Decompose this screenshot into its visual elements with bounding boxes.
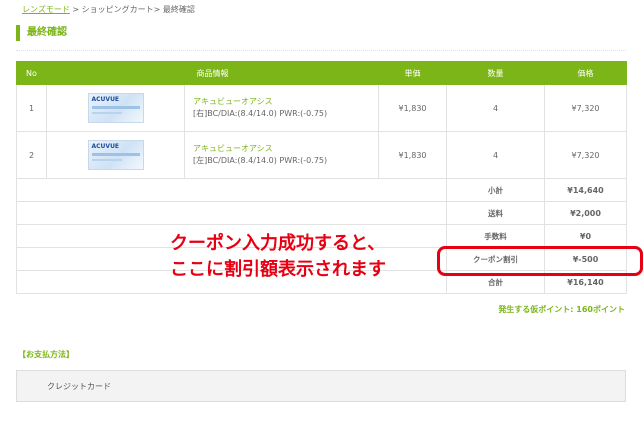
product-name-link[interactable]: アキュビューオアシス	[193, 96, 378, 108]
thumbnail-stripe	[91, 153, 140, 156]
coupon-highlight-box	[437, 246, 643, 276]
thumbnail-brand: ACUVUE	[91, 143, 120, 150]
col-header-price: 価格	[544, 61, 627, 85]
shipping-value: ¥2,000	[544, 201, 627, 225]
coupon-callout-annotation: クーポン入力成功すると、 ここに割引額表示されます	[170, 231, 386, 283]
points-earned: 発生する仮ポイント: 160ポイント	[498, 305, 625, 314]
summary-row-shipping: 送料 ¥2,000	[16, 201, 627, 225]
product-thumbnail[interactable]: ACUVUE	[87, 140, 144, 170]
subtotal-label: 小計	[446, 178, 545, 202]
table-row: 1 ACUVUE アキュビューオアシス [右]BC/DIA:(8.4/14.0)…	[16, 84, 627, 132]
col-header-quantity: 数量	[446, 61, 545, 85]
summary-spacer	[16, 201, 447, 225]
payment-method-box: クレジットカード	[16, 370, 626, 402]
thumbnail-stripe	[91, 159, 122, 161]
breadcrumb-home-link[interactable]: レンズモード	[22, 5, 70, 14]
table-row: 2 ACUVUE アキュビューオアシス [左]BC/DIA:(8.4/14.0)…	[16, 131, 627, 179]
product-info: アキュビューオアシス [左]BC/DIA:(8.4/14.0) PWR:(-0.…	[184, 131, 379, 179]
subtotal-value: ¥14,640	[544, 178, 627, 202]
summary-spacer	[16, 178, 447, 202]
shipping-label: 送料	[446, 201, 545, 225]
col-header-product: 商品情報	[46, 61, 379, 85]
unit-price: ¥1,830	[378, 131, 447, 179]
product-spec: [左]BC/DIA:(8.4/14.0) PWR:(-0.75)	[193, 156, 328, 165]
product-name-link[interactable]: アキュビューオアシス	[193, 143, 378, 155]
table-header-row: No 商品情報 単価 数量 価格	[16, 61, 627, 85]
product-thumbnail-cell: ACUVUE	[46, 131, 185, 179]
breadcrumb-separator: >	[153, 5, 163, 14]
callout-line-1: クーポン入力成功すると、	[170, 233, 386, 254]
thumbnail-stripe	[91, 112, 122, 114]
breadcrumb-cart[interactable]: ショッピングカート	[82, 5, 154, 14]
divider	[16, 50, 626, 51]
product-spec: [右]BC/DIA:(8.4/14.0) PWR:(-0.75)	[193, 109, 328, 118]
breadcrumb: レンズモード > ショッピングカート> 最終確認	[22, 4, 195, 15]
quantity: 4	[446, 131, 545, 179]
product-info: アキュビューオアシス [右]BC/DIA:(8.4/14.0) PWR:(-0.…	[184, 84, 379, 132]
product-thumbnail[interactable]: ACUVUE	[87, 93, 144, 123]
col-header-no: No	[16, 61, 47, 85]
item-number: 1	[16, 84, 47, 132]
col-header-unit-price: 単価	[378, 61, 447, 85]
line-price: ¥7,320	[544, 84, 627, 132]
item-number: 2	[16, 131, 47, 179]
thumbnail-brand: ACUVUE	[91, 96, 120, 103]
product-thumbnail-cell: ACUVUE	[46, 84, 185, 132]
fee-label: 手数料	[446, 224, 545, 248]
page-title: 最終確認	[16, 25, 67, 41]
payment-method-heading: 【お支払方法】	[18, 350, 74, 359]
line-price: ¥7,320	[544, 131, 627, 179]
breadcrumb-separator: >	[69, 5, 82, 14]
summary-row-subtotal: 小計 ¥14,640	[16, 178, 627, 202]
unit-price: ¥1,830	[378, 84, 447, 132]
breadcrumb-current: 最終確認	[162, 5, 195, 14]
quantity: 4	[446, 84, 545, 132]
payment-method-value: クレジットカード	[47, 382, 111, 391]
thumbnail-stripe	[91, 106, 140, 109]
callout-line-2: ここに割引額表示されます	[170, 259, 386, 280]
fee-value: ¥0	[544, 224, 627, 248]
